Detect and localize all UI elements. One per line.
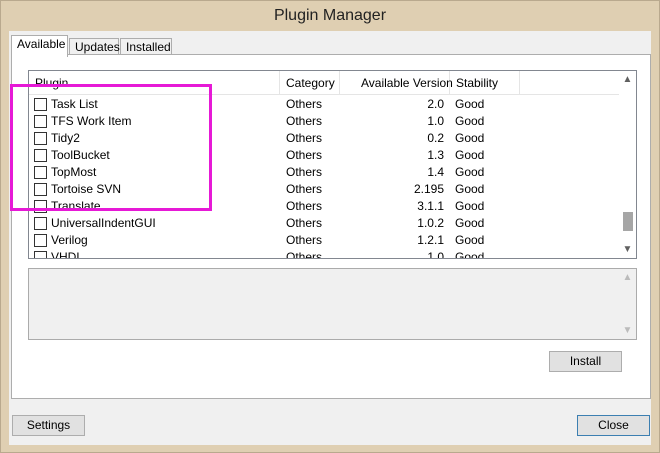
plugin-version: 2.195	[413, 182, 444, 196]
plugin-row[interactable]: TopMost Others 1.4 Good	[29, 164, 619, 181]
plugin-name: UniversalIndentGUI	[51, 216, 156, 230]
plugin-description-text	[29, 269, 636, 277]
plugin-version: 1.0	[427, 250, 444, 259]
plugin-rows: Task List Others 2.0 Good TFS Work Item Other…	[29, 96, 619, 259]
plugin-checkbox[interactable]	[34, 115, 47, 128]
plugin-version: 1.3	[427, 148, 444, 162]
plugin-checkbox[interactable]	[34, 200, 47, 213]
plugin-name: ToolBucket	[51, 148, 110, 162]
close-button[interactable]: Close	[577, 415, 650, 436]
plugin-name: Translate	[51, 199, 101, 213]
plugin-version: 1.0.2	[417, 216, 444, 230]
plugin-row[interactable]: VHDL Others 1.0 Good	[29, 249, 619, 259]
scrollbar-thumb[interactable]	[623, 212, 633, 231]
plugin-checkbox[interactable]	[34, 183, 47, 196]
chevron-up-icon[interactable]: ▲	[619, 269, 636, 286]
plugin-row[interactable]: TFS Work Item Others 1.0 Good	[29, 113, 619, 130]
plugin-row[interactable]: Translate Others 3.1.1 Good	[29, 198, 619, 215]
plugin-version: 1.2.1	[417, 233, 444, 247]
plugin-version: 1.4	[427, 165, 444, 179]
plugin-category: Others	[286, 250, 323, 259]
plugin-name: VHDL	[51, 250, 84, 259]
plugin-checkbox[interactable]	[34, 217, 47, 230]
plugin-checkbox[interactable]	[34, 98, 47, 111]
plugin-category: Others	[286, 233, 323, 247]
plugin-stability: Good	[455, 97, 485, 111]
description-vertical-scrollbar[interactable]: ▲ ▼	[619, 269, 636, 339]
plugin-row[interactable]: Task List Others 2.0 Good	[29, 96, 619, 113]
plugin-version: 2.0	[427, 97, 444, 111]
list-vertical-scrollbar[interactable]: ▲ ▼	[619, 71, 636, 258]
plugin-category: Others	[286, 97, 323, 111]
window-title: Plugin Manager	[273, 7, 387, 24]
tab-available[interactable]: Available	[11, 35, 68, 57]
plugin-name: TopMost	[51, 165, 97, 179]
plugin-stability: Good	[455, 199, 485, 213]
plugin-list[interactable]: Plugin Category Available Version Stabil…	[28, 70, 637, 259]
plugin-name: Verilog	[51, 233, 88, 247]
column-header-category[interactable]: Category	[280, 71, 340, 95]
plugin-category: Others	[286, 165, 323, 179]
plugin-row[interactable]: ToolBucket Others 1.3 Good	[29, 147, 619, 164]
column-header-stability[interactable]: Stability	[450, 71, 520, 95]
plugin-manager-window: Plugin Manager Available Updates Install…	[0, 0, 660, 453]
plugin-category: Others	[286, 182, 323, 196]
plugin-checkbox[interactable]	[34, 251, 47, 258]
plugin-stability: Good	[455, 148, 485, 162]
plugin-category: Others	[286, 114, 323, 128]
chevron-down-icon[interactable]: ▼	[619, 241, 636, 258]
plugin-description-box[interactable]: ▲ ▼	[28, 268, 637, 340]
plugin-checkbox[interactable]	[34, 166, 47, 179]
plugin-name: Task List	[51, 97, 98, 111]
plugin-category: Others	[286, 131, 323, 145]
column-header-version[interactable]: Available Version	[340, 71, 453, 95]
available-tab-panel: Plugin Category Available Version Stabil…	[11, 54, 651, 399]
column-header-plugin[interactable]: Plugin	[29, 71, 280, 95]
plugin-version: 0.2	[427, 131, 444, 145]
plugin-stability: Good	[455, 182, 485, 196]
install-button[interactable]: Install	[549, 351, 622, 372]
plugin-stability: Good	[455, 250, 485, 259]
plugin-category: Others	[286, 148, 323, 162]
plugin-checkbox[interactable]	[34, 149, 47, 162]
plugin-stability: Good	[455, 165, 485, 179]
chevron-up-icon[interactable]: ▲	[619, 71, 636, 88]
plugin-version: 1.0	[427, 114, 444, 128]
plugin-category: Others	[286, 199, 323, 213]
plugin-row[interactable]: UniversalIndentGUI Others 1.0.2 Good	[29, 215, 619, 232]
plugin-category: Others	[286, 216, 323, 230]
plugin-version: 3.1.1	[417, 199, 444, 213]
plugin-row[interactable]: Tortoise SVN Others 2.195 Good	[29, 181, 619, 198]
plugin-name: Tidy2	[51, 131, 80, 145]
plugin-stability: Good	[455, 131, 485, 145]
plugin-stability: Good	[455, 114, 485, 128]
plugin-stability: Good	[455, 233, 485, 247]
settings-button[interactable]: Settings	[12, 415, 85, 436]
chevron-down-icon[interactable]: ▼	[619, 322, 636, 339]
plugin-name: TFS Work Item	[51, 114, 132, 128]
plugin-row[interactable]: Verilog Others 1.2.1 Good	[29, 232, 619, 249]
dialog-client-area: Available Updates Installed Plugin Categ…	[9, 31, 651, 445]
list-header: Plugin Category Available Version Stabil…	[29, 71, 619, 95]
plugin-checkbox[interactable]	[34, 132, 47, 145]
plugin-checkbox[interactable]	[34, 234, 47, 247]
plugin-name: Tortoise SVN	[51, 182, 122, 196]
plugin-row[interactable]: Tidy2 Others 0.2 Good	[29, 130, 619, 147]
plugin-stability: Good	[455, 216, 485, 230]
